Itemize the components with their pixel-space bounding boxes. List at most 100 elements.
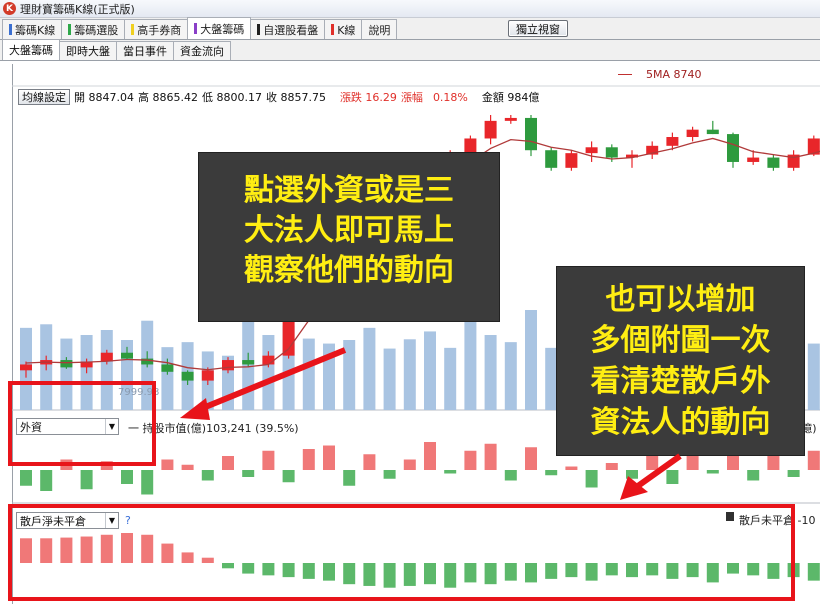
callout-line: 也可以增加 xyxy=(605,282,756,317)
foreign-net-bar xyxy=(222,456,234,470)
callout-line: 多個附圖一次 xyxy=(590,323,771,358)
retail-net-bar xyxy=(807,563,820,581)
close-price: 收 8857.75 xyxy=(265,91,326,104)
low-price: 低 8800.17 xyxy=(201,91,262,104)
foreign-net-bar xyxy=(767,456,780,470)
candle-body xyxy=(706,129,719,135)
app-window: K 理財寶籌碼K線(正式版) 籌碼K線 籌碼選股 高手券商 大盤籌碼 自選股看盤… xyxy=(0,0,820,604)
candle-body xyxy=(504,117,517,121)
candle-body xyxy=(484,120,497,139)
volume-bar xyxy=(343,340,356,410)
foreign-net-bar xyxy=(706,470,719,474)
ma-settings-button[interactable]: 均線設定 xyxy=(18,89,70,105)
candle-body xyxy=(262,355,275,365)
foreign-net-bar xyxy=(504,470,517,481)
foreign-net-bar xyxy=(40,470,53,491)
ma-legend-line xyxy=(618,74,632,75)
volume-bar xyxy=(383,348,396,410)
foreign-net-bar xyxy=(747,470,760,481)
foreign-net-bar xyxy=(605,463,618,470)
foreign-net-bar xyxy=(787,470,800,477)
foreign-net-bar xyxy=(807,450,820,470)
volume-bar xyxy=(363,327,376,410)
pct-change: 0.18% xyxy=(432,90,468,104)
foreign-net-bar xyxy=(464,450,477,470)
high-price: 高 8865.42 xyxy=(137,91,198,104)
ma-legend-text: 5MA 8740 xyxy=(646,68,702,81)
candle-body xyxy=(20,364,32,371)
quote-bar: 均線設定 開 8847.04 高 8865.42 低 8800.17 收 885… xyxy=(18,88,543,106)
candle-body xyxy=(545,150,558,168)
foreign-net-bar xyxy=(403,459,416,470)
foreign-net-bar xyxy=(363,454,376,470)
foreign-net-bar xyxy=(444,470,457,474)
foreign-net-bar xyxy=(181,464,194,470)
foreign-net-bar xyxy=(525,447,537,470)
volume-bar xyxy=(807,343,820,410)
price-change: 漲跌 16.29 xyxy=(339,91,397,104)
volume-bar xyxy=(262,335,275,410)
foreign-net-bar xyxy=(121,470,133,484)
callout-line: 點選外資或是三 xyxy=(244,173,454,208)
volume-bar xyxy=(484,335,497,410)
foreign-net-bar xyxy=(242,470,255,477)
foreign-net-bar xyxy=(383,470,396,479)
candle-body xyxy=(242,360,255,365)
foreign-net-bar xyxy=(666,470,679,484)
candle-body xyxy=(605,147,618,158)
turnover-amount: 金額 984億 xyxy=(481,91,540,104)
candle-body xyxy=(181,371,194,381)
foreign-net-bar xyxy=(80,470,93,490)
candle-body xyxy=(666,137,679,146)
volume-bar xyxy=(323,343,335,410)
open-price: 開 8847.04 xyxy=(74,91,134,104)
volume-bar xyxy=(403,339,416,410)
volume-bar xyxy=(525,310,537,410)
foreign-net-bar xyxy=(424,442,436,470)
foreign-net-bar xyxy=(302,449,315,470)
volume-bar xyxy=(504,342,517,410)
foreign-net-bar xyxy=(484,443,497,470)
candle-body xyxy=(767,157,780,168)
foreign-net-bar xyxy=(686,454,699,470)
callout-line: 資法人的動向 xyxy=(590,405,771,440)
candle-body xyxy=(201,370,214,381)
volume-bar xyxy=(464,313,477,410)
candle-body xyxy=(161,364,174,372)
volume-bar xyxy=(161,347,174,410)
candle-body xyxy=(686,129,699,138)
foreign-net-bar xyxy=(201,470,214,481)
highlight-box-panel1 xyxy=(8,381,156,466)
foreign-net-bar xyxy=(626,470,638,479)
candle-body xyxy=(525,117,537,151)
foreign-net-bar xyxy=(262,450,275,470)
volume-bar xyxy=(444,347,457,410)
callout-line: 觀察他們的動向 xyxy=(244,253,454,288)
callout-right: 也可以增加 多個附圖一次 看清楚散戶外 資法人的動向 xyxy=(556,266,805,456)
volume-bar xyxy=(302,338,315,410)
foreign-net-bar xyxy=(545,470,558,476)
foreign-net-bar xyxy=(141,470,154,495)
candle-body xyxy=(60,360,73,368)
foreign-net-bar xyxy=(161,459,174,470)
candle-body xyxy=(747,157,760,162)
foreign-net-bar xyxy=(585,470,598,488)
foreign-net-bar xyxy=(343,470,356,486)
candle-body xyxy=(222,360,234,371)
pct-label: 漲幅 xyxy=(400,91,423,104)
callout-line: 看清楚散戶外 xyxy=(590,364,771,399)
ma-legend: 5MA 8740 xyxy=(618,68,702,81)
highlight-box-panel2 xyxy=(8,504,795,601)
callout-line: 大法人即可馬上 xyxy=(244,213,454,248)
foreign-net-bar xyxy=(323,445,335,470)
foreign-net-bar xyxy=(565,466,578,470)
candle-body xyxy=(565,153,578,168)
callout-left: 點選外資或是三 大法人即可馬上 觀察他們的動向 xyxy=(198,152,500,322)
candle-body xyxy=(121,352,133,359)
candle-body xyxy=(585,147,598,154)
candle-body xyxy=(100,352,113,362)
foreign-net-bar xyxy=(282,470,295,483)
foreign-net-bar xyxy=(20,470,32,486)
volume-bar xyxy=(424,331,436,410)
candle-body xyxy=(727,134,739,162)
